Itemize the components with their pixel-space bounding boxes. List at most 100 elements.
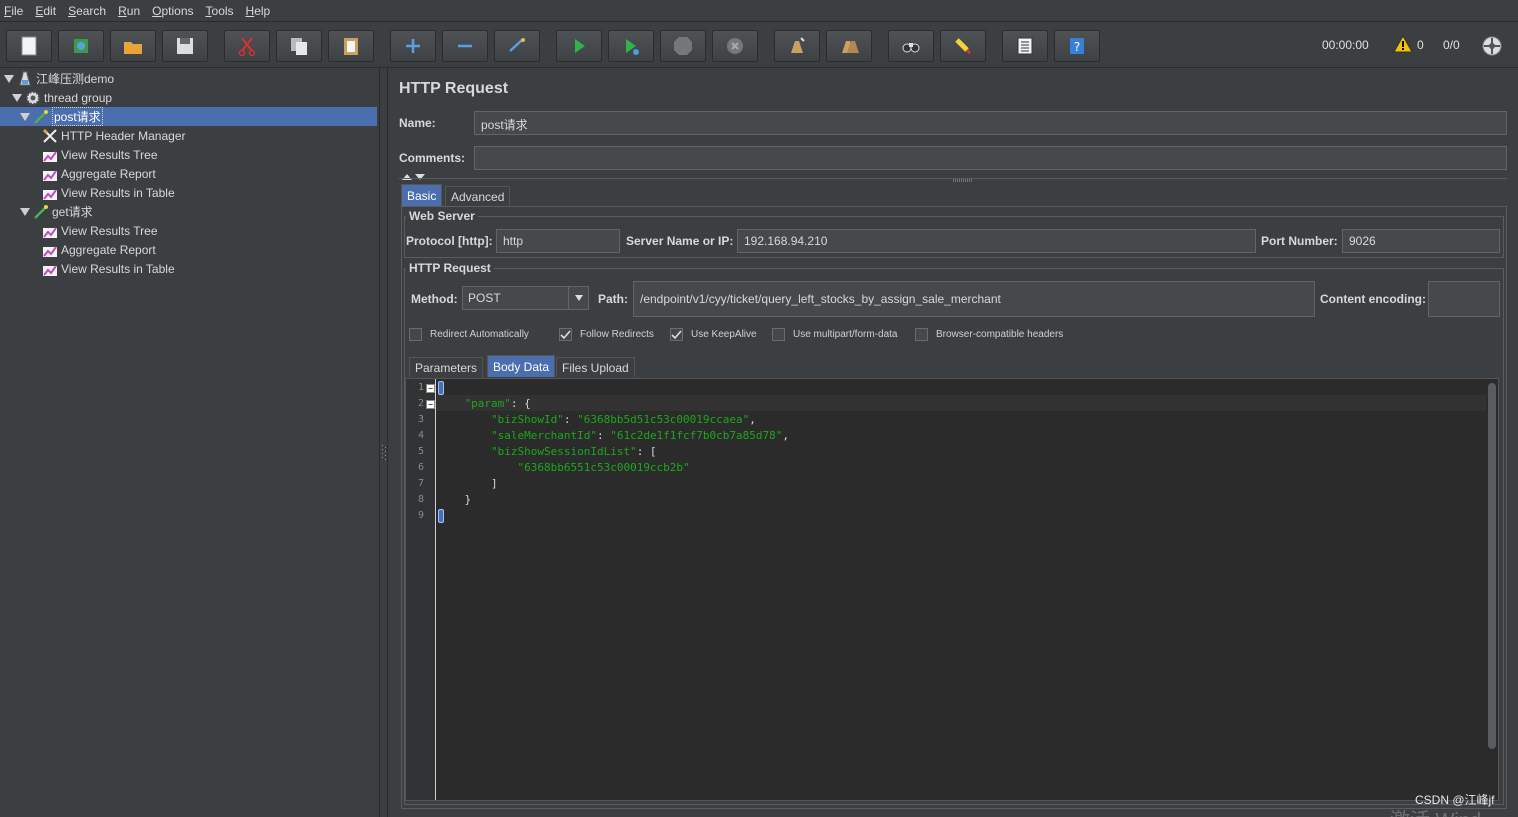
tab-advanced[interactable]: Advanced — [445, 186, 511, 206]
line-number: 2 — [417, 398, 424, 409]
method-value: POST — [468, 291, 501, 305]
tree-item[interactable]: View Results Tree — [42, 145, 158, 164]
chevron-down-icon[interactable] — [568, 287, 588, 309]
server-field[interactable]: 192.168.94.210 — [737, 229, 1256, 253]
listener-icon — [42, 147, 58, 163]
code-line: "6368bb6551c53c00019ccb2b" — [517, 461, 690, 474]
tree-item[interactable]: 江峰压测demo — [4, 69, 114, 88]
tree-item[interactable]: View Results in Table — [42, 259, 175, 278]
port-field[interactable]: 9026 — [1342, 229, 1500, 253]
matched-brace — [438, 381, 444, 395]
checkbox-follow-redirects[interactable]: Follow Redirects — [559, 328, 654, 341]
line-number: 9 — [417, 510, 424, 521]
start-icon[interactable] — [556, 30, 602, 62]
expand-all-icon[interactable] — [390, 30, 436, 62]
checkbox-empty-icon[interactable] — [772, 328, 785, 341]
thread-status-icon — [1481, 35, 1503, 60]
tree-item[interactable]: View Results Tree — [42, 221, 158, 240]
expand-triangle-icon[interactable] — [20, 112, 30, 122]
collapse-arrows-icon[interactable] — [401, 170, 427, 184]
expand-triangle-icon[interactable] — [12, 93, 22, 103]
reset-search-icon[interactable] — [940, 30, 986, 62]
menu-file[interactable]: File — [4, 4, 23, 18]
checkbox-empty-icon[interactable] — [915, 328, 928, 341]
name-field[interactable]: post请求 — [474, 111, 1507, 135]
line-number: 5 — [417, 446, 424, 457]
content-encoding-label: Content encoding: — [1320, 292, 1426, 306]
expand-triangle-icon[interactable] — [4, 74, 14, 84]
checkmark-icon[interactable] — [670, 328, 683, 341]
tree-item[interactable]: HTTP Header Manager — [42, 126, 186, 145]
clear-all-icon[interactable] — [826, 30, 872, 62]
paste-icon[interactable] — [328, 30, 374, 62]
code-line: ] — [438, 477, 498, 490]
new-icon[interactable] — [6, 30, 52, 62]
menu-search[interactable]: Search — [68, 4, 106, 18]
checkbox-use-multipart-form-data[interactable]: Use multipart/form-data — [772, 328, 897, 341]
open-icon[interactable] — [110, 30, 156, 62]
port-label: Port Number: — [1261, 234, 1338, 248]
test-plan-icon — [17, 71, 33, 87]
body-data-editor[interactable]: 1−2− "param": {3 "bizShowId": "6368bb5d5… — [405, 378, 1499, 801]
clear-icon[interactable] — [774, 30, 820, 62]
checkbox-empty-icon[interactable] — [409, 328, 422, 341]
warning-icon[interactable] — [1393, 34, 1413, 56]
splitter-grip[interactable] — [381, 444, 387, 462]
tab-parameters[interactable]: Parameters — [409, 357, 484, 377]
search-icon[interactable] — [888, 30, 934, 62]
checkmark-icon[interactable] — [559, 328, 572, 341]
toggle-icon[interactable] — [494, 30, 540, 62]
help-icon[interactable]: ? — [1054, 30, 1100, 62]
tab-body-data[interactable]: Body Data — [487, 355, 556, 377]
activation-watermark: 激活 Wind — [1390, 804, 1481, 817]
listener-icon — [42, 261, 58, 277]
expand-triangle-icon[interactable] — [20, 207, 30, 217]
resize-grip-icon[interactable] — [953, 172, 973, 186]
copy-icon[interactable] — [276, 30, 322, 62]
collapse-all-icon[interactable] — [442, 30, 488, 62]
path-field[interactable]: /endpoint/v1/cyy/ticket/query_left_stock… — [633, 281, 1315, 317]
sampler-icon — [33, 109, 49, 125]
menu-options[interactable]: Options — [152, 4, 193, 18]
tree-item[interactable]: Aggregate Report — [42, 240, 156, 259]
protocol-field[interactable]: http — [496, 229, 620, 253]
checkbox-label: Use multipart/form-data — [793, 329, 898, 340]
tree-item[interactable]: post请求 — [0, 107, 377, 126]
start-no-pauses-icon[interactable] — [608, 30, 654, 62]
shutdown-icon[interactable] — [712, 30, 758, 62]
comments-field[interactable] — [474, 146, 1507, 170]
save-icon[interactable] — [162, 30, 208, 62]
tree-item[interactable]: thread group — [12, 88, 112, 107]
menu-edit[interactable]: Edit — [35, 4, 56, 18]
stop-icon[interactable] — [660, 30, 706, 62]
menu-bar: File Edit Search Run Options Tools Help — [0, 0, 1518, 22]
matched-brace — [438, 509, 444, 523]
menu-run[interactable]: Run — [118, 4, 140, 18]
function-helper-icon[interactable] — [1002, 30, 1048, 62]
svg-text:?: ? — [1074, 40, 1080, 54]
code-line — [438, 381, 444, 395]
splitter[interactable] — [380, 68, 388, 817]
templates-icon[interactable] — [58, 30, 104, 62]
menu-help[interactable]: Help — [246, 4, 271, 18]
checkbox-redirect-automatically[interactable]: Redirect Automatically — [409, 328, 529, 341]
tree-item[interactable]: View Results in Table — [42, 183, 175, 202]
tab-files-upload[interactable]: Files Upload — [556, 357, 635, 377]
vertical-scrollbar[interactable] — [1486, 379, 1498, 800]
scrollbar-thumb[interactable] — [1488, 383, 1496, 749]
checkbox-browser-compatible-headers[interactable]: Browser-compatible headers — [915, 328, 1063, 341]
tree-item[interactable]: Aggregate Report — [42, 164, 156, 183]
divider — [399, 178, 1507, 179]
fold-toggle-icon[interactable]: − — [426, 400, 435, 409]
tree-item[interactable]: get请求 — [20, 202, 93, 221]
content-encoding-field[interactable] — [1428, 281, 1500, 317]
panel-title: HTTP Request — [399, 80, 509, 97]
fold-toggle-icon[interactable]: − — [426, 384, 435, 393]
method-select[interactable]: POST — [462, 286, 589, 310]
tree-item-label: HTTP Header Manager — [61, 128, 186, 143]
tab-basic[interactable]: Basic — [401, 184, 443, 206]
cut-icon[interactable] — [224, 30, 270, 62]
checkbox-use-keepalive[interactable]: Use KeepAlive — [670, 328, 757, 341]
web-server-title: Web Server — [406, 209, 478, 223]
menu-tools[interactable]: Tools — [206, 4, 234, 18]
